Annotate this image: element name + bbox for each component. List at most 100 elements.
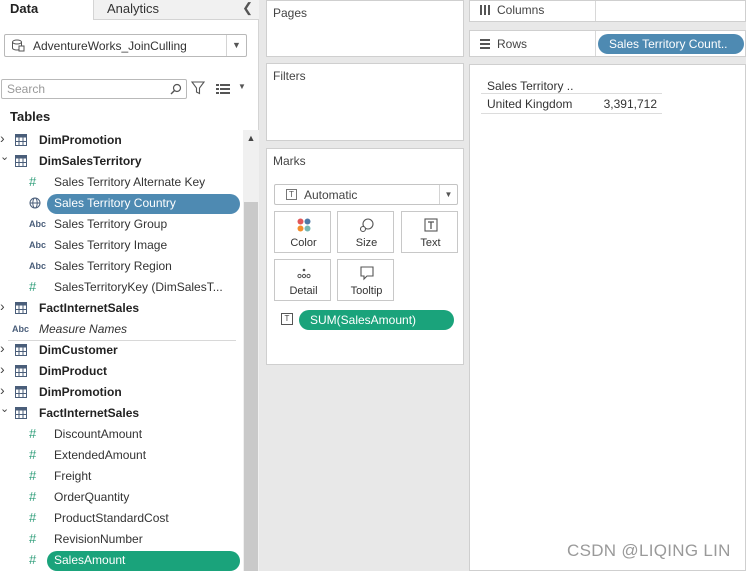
rows-icon (480, 39, 490, 49)
number-type-icon: # (29, 279, 37, 294)
chevron-down-icon[interactable]: ▼ (238, 82, 246, 91)
table-row[interactable]: ⌄ FactInternetSales (0, 403, 243, 424)
field-item[interactable]: # ProductStandardCost (0, 508, 243, 529)
filter-icon[interactable] (191, 81, 205, 95)
table-row[interactable]: › DimPromotion (0, 382, 243, 403)
detail-button[interactable]: Detail (274, 259, 331, 301)
tableau-workspace: Data Analytics ❮ AdventureWorks_JoinCull… (0, 0, 746, 571)
size-button[interactable]: Size (337, 211, 394, 253)
field-item[interactable]: # SalesAmount (0, 550, 243, 571)
field-tree: › DimPromotion ⌄ DimSalesTerritory # Sales Te… (0, 130, 243, 571)
chevron-right-icon[interactable]: › (0, 382, 10, 398)
chevron-right-icon[interactable]: › (0, 361, 10, 377)
size-icon (359, 218, 374, 233)
pages-title: Pages (273, 6, 308, 20)
view-cell-value[interactable]: 3,391,712 (590, 97, 657, 111)
field-name: ProductStandardCost (54, 511, 169, 525)
chevron-right-icon[interactable]: › (0, 340, 10, 356)
field-name: Sales Territory Country (54, 196, 176, 210)
rows-label-area: Rows (470, 31, 596, 56)
measure-names-field[interactable]: Abc Measure Names (0, 319, 243, 340)
field-item[interactable]: # SalesTerritoryKey (DimSalesT... (0, 277, 243, 298)
field-name: ExtendedAmount (54, 448, 147, 462)
sales-territory-country-pill[interactable]: Sales Territory Count.. (598, 34, 744, 54)
field-item[interactable]: Abc Sales Territory Image (0, 235, 243, 256)
datasource-name: AdventureWorks_JoinCulling (33, 39, 187, 53)
field-item[interactable]: # Sales Territory Alternate Key (0, 172, 243, 193)
number-type-icon: # (29, 174, 37, 189)
marks-title: Marks (273, 154, 306, 168)
field-name: Measure Names (39, 322, 128, 336)
text-button[interactable]: Text (401, 211, 458, 253)
number-type-icon: # (29, 468, 37, 483)
field-item[interactable]: # OrderQuantity (0, 487, 243, 508)
table-name: DimPromotion (39, 133, 122, 147)
chevron-down-icon[interactable]: ▼ (439, 185, 457, 204)
table-icon (15, 302, 27, 314)
filters-title: Filters (273, 69, 306, 83)
search-icon[interactable] (170, 83, 182, 95)
table-name: DimCustomer (39, 343, 118, 357)
text-icon (424, 218, 438, 232)
scroll-thumb[interactable] (244, 202, 258, 571)
field-item[interactable]: # DiscountAmount (0, 424, 243, 445)
number-type-icon: # (29, 531, 37, 546)
header-divider (481, 93, 662, 94)
tooltip-label: Tooltip (350, 285, 383, 297)
number-type-icon: # (29, 489, 37, 504)
table-row[interactable]: › DimProduct (0, 361, 243, 382)
field-item[interactable]: Sales Territory Country (0, 193, 243, 214)
field-name: Sales Territory Region (54, 259, 172, 273)
data-pane-scrollbar[interactable]: ▲ (243, 130, 259, 571)
rows-shelf[interactable]: Rows Sales Territory Count.. (469, 30, 746, 57)
chevron-left-icon[interactable]: ❮ (242, 0, 253, 16)
list-view-icon[interactable] (216, 83, 230, 95)
table-icon (15, 407, 27, 419)
view-row-header[interactable]: United Kingdom (487, 97, 572, 111)
table-icon (15, 134, 27, 146)
columns-icon (480, 5, 490, 15)
chevron-right-icon[interactable]: › (0, 130, 10, 146)
rows-label: Rows (497, 37, 528, 51)
tooltip-button[interactable]: Tooltip (337, 259, 394, 301)
field-item[interactable]: Abc Sales Territory Region (0, 256, 243, 277)
sum-salesamount-pill[interactable]: SUM(SalesAmount) (299, 310, 454, 330)
field-item[interactable]: Abc Sales Territory Group (0, 214, 243, 235)
table-row[interactable]: ⌄ DimSalesTerritory (0, 151, 243, 172)
tab-analytics[interactable]: Analytics ❮ (93, 0, 259, 20)
table-row[interactable]: › DimPromotion (0, 130, 243, 151)
filters-shelf[interactable]: Filters (266, 63, 464, 141)
chevron-down-icon[interactable]: ⌄ (0, 150, 10, 163)
marks-card: Marks T Automatic ▼ Color Size Text Deta… (266, 148, 464, 365)
row-divider (481, 113, 662, 114)
chevron-down-icon[interactable]: ⌄ (0, 402, 10, 415)
tab-data[interactable]: Data (0, 0, 93, 20)
color-button[interactable]: Color (274, 211, 331, 253)
datasource-select[interactable]: AdventureWorks_JoinCulling ▼ (4, 34, 247, 57)
field-item[interactable]: # Freight (0, 466, 243, 487)
scroll-up-icon[interactable]: ▲ (243, 130, 259, 146)
columns-label-area: Columns (470, 1, 596, 21)
search-input[interactable] (2, 80, 162, 98)
view-column-header[interactable]: Sales Territory .. (487, 79, 573, 93)
field-item[interactable]: # RevisionNumber (0, 529, 243, 550)
text-encoding-icon: T (281, 313, 293, 325)
table-icon (15, 344, 27, 356)
number-type-icon: # (29, 510, 37, 525)
table-name: FactInternetSales (39, 301, 140, 315)
number-type-icon: # (29, 447, 37, 462)
search-field[interactable] (1, 79, 187, 99)
chevron-down-icon[interactable]: ▼ (226, 35, 246, 56)
columns-shelf[interactable]: Columns (469, 0, 746, 22)
table-row[interactable]: › DimCustomer (0, 340, 243, 361)
field-name: SalesAmount (54, 553, 126, 567)
color-label: Color (290, 237, 317, 249)
table-row[interactable]: › FactInternetSales (0, 298, 243, 319)
field-item[interactable]: # ExtendedAmount (0, 445, 243, 466)
string-type-icon: Abc (12, 324, 30, 334)
view-canvas: Sales Territory .. United Kingdom 3,391,… (469, 64, 746, 571)
pages-shelf[interactable]: Pages (266, 0, 464, 57)
detail-icon (297, 268, 311, 279)
mark-type-select[interactable]: T Automatic ▼ (274, 184, 458, 205)
chevron-right-icon[interactable]: › (0, 298, 10, 314)
